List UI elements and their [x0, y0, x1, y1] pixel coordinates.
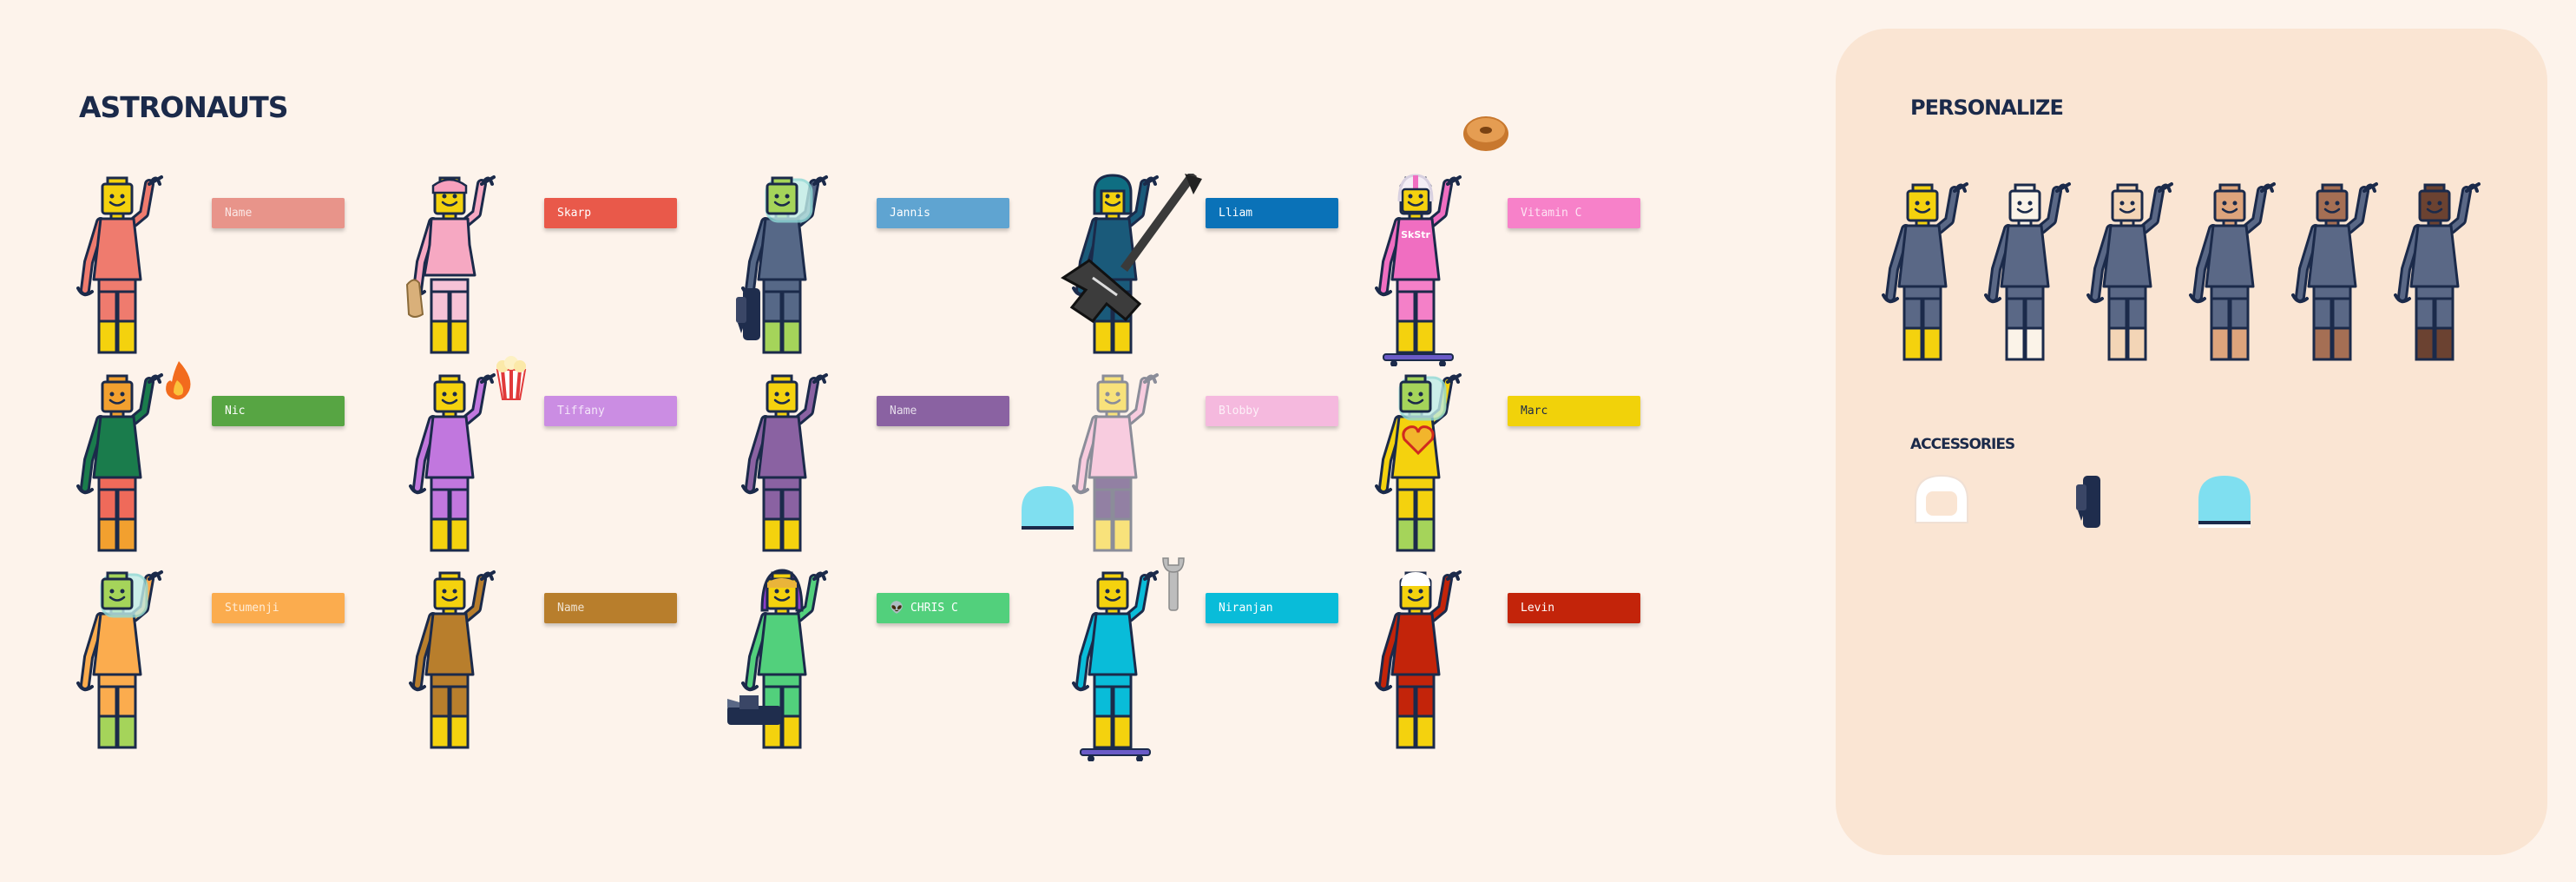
- astronaut-name-tag[interactable]: Levin: [1508, 593, 1640, 623]
- page-title: ASTRONAUTS: [79, 90, 288, 124]
- astronaut-figure[interactable]: [76, 174, 167, 366]
- astronaut-name-tag[interactable]: Jannis: [877, 198, 1009, 228]
- helmet-bubble-icon[interactable]: [2197, 474, 2252, 530]
- helmet-white-icon[interactable]: [1914, 474, 1969, 530]
- skin-tone-option[interactable]: [2189, 181, 2279, 373]
- skin-tone-option[interactable]: [2291, 181, 2382, 373]
- wrench-icon: [1162, 557, 1185, 611]
- skin-tone-option[interactable]: [2086, 181, 2177, 373]
- bread-icon: [405, 279, 424, 318]
- heart-icon: [1402, 425, 1435, 456]
- astronaut-name-tag[interactable]: Name: [212, 198, 345, 228]
- astronaut-name-tag[interactable]: Nic: [212, 396, 345, 426]
- accessories-title: ACCESSORIES: [1910, 436, 2015, 453]
- skin-tone-option[interactable]: [1984, 181, 2074, 373]
- astronaut-name-tag[interactable]: Tiffany: [544, 396, 677, 426]
- astronaut-name-tag[interactable]: Stumenji: [212, 593, 345, 623]
- astronaut-name-tag[interactable]: Blobby: [1206, 396, 1338, 426]
- astronaut-figure[interactable]: [409, 569, 499, 761]
- astronaut-figure[interactable]: [1072, 372, 1162, 564]
- astronaut-name-tag[interactable]: Name: [544, 593, 677, 623]
- jetpack-icon[interactable]: [2074, 474, 2104, 531]
- personalize-title: PERSONALIZE: [1910, 95, 2064, 120]
- guitar-icon: [1061, 174, 1202, 324]
- popcorn-icon: [496, 356, 527, 400]
- astronaut-figure[interactable]: [76, 569, 167, 761]
- skin-tone-option[interactable]: [2394, 181, 2484, 373]
- astronaut-name-tag[interactable]: Lliam: [1206, 198, 1338, 228]
- astronaut-figure[interactable]: [741, 569, 831, 761]
- fire-icon: [166, 361, 191, 400]
- svg-text:SkStr: SkStr: [1401, 229, 1430, 240]
- astronaut-figure[interactable]: [1375, 372, 1465, 564]
- astronaut-figure[interactable]: [409, 372, 499, 564]
- astronaut-figure[interactable]: [1072, 569, 1162, 761]
- astronaut-name-tag[interactable]: Vitamin C: [1508, 198, 1640, 228]
- astronaut-name-tag[interactable]: Name: [877, 396, 1009, 426]
- jetpack-icon: [736, 288, 760, 340]
- astronaut-figure[interactable]: [76, 372, 167, 564]
- astronaut-figure[interactable]: [1375, 569, 1465, 761]
- camera-icon: [727, 695, 781, 725]
- astronaut-name-tag[interactable]: Marc: [1508, 396, 1640, 426]
- astronaut-name-tag[interactable]: Niranjan: [1206, 593, 1338, 623]
- astronaut-name-tag[interactable]: 👽 CHRIS C: [877, 593, 1009, 623]
- astronaut-figure[interactable]: SkStr: [1375, 174, 1465, 366]
- helmet-bubble-icon: [1022, 486, 1074, 530]
- astronaut-name-tag[interactable]: Skarp: [544, 198, 677, 228]
- bagel-icon: [1463, 116, 1508, 151]
- astronaut-figure[interactable]: [741, 372, 831, 564]
- astronaut-figure[interactable]: [409, 174, 499, 366]
- skin-tone-option[interactable]: [1882, 181, 1972, 373]
